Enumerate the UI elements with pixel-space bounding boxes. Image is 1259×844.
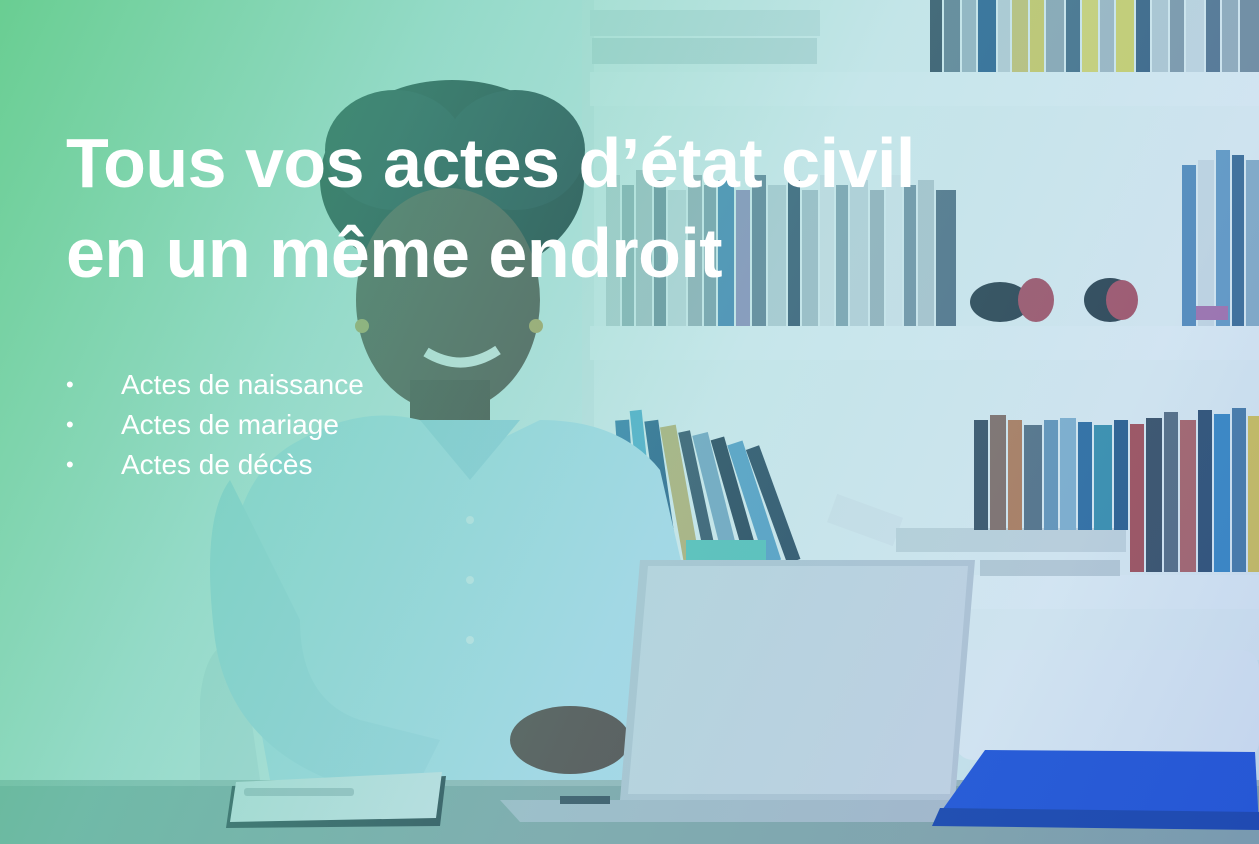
headline-line-2: en un même endroit xyxy=(66,214,723,292)
headline: Tous vos actes d’état civil en un même e… xyxy=(66,118,1006,298)
bullet-marker: • xyxy=(66,372,74,397)
list-item-birth: • Actes de naissance xyxy=(64,365,364,405)
hero-slide: Tous vos actes d’état civil en un même e… xyxy=(0,0,1259,844)
document-types-list: • Actes de naissance • Actes de mariage … xyxy=(64,365,364,485)
list-item-label: Actes de mariage xyxy=(121,409,339,440)
bullet-marker: • xyxy=(66,412,74,437)
list-item-label: Actes de naissance xyxy=(121,369,364,400)
list-item-marriage: • Actes de mariage xyxy=(64,405,364,445)
list-item-death: • Actes de décès xyxy=(64,445,364,485)
list-item-label: Actes de décès xyxy=(121,449,313,480)
bullet-marker: • xyxy=(66,452,74,477)
headline-line-1: Tous vos actes d’état civil xyxy=(66,124,915,202)
